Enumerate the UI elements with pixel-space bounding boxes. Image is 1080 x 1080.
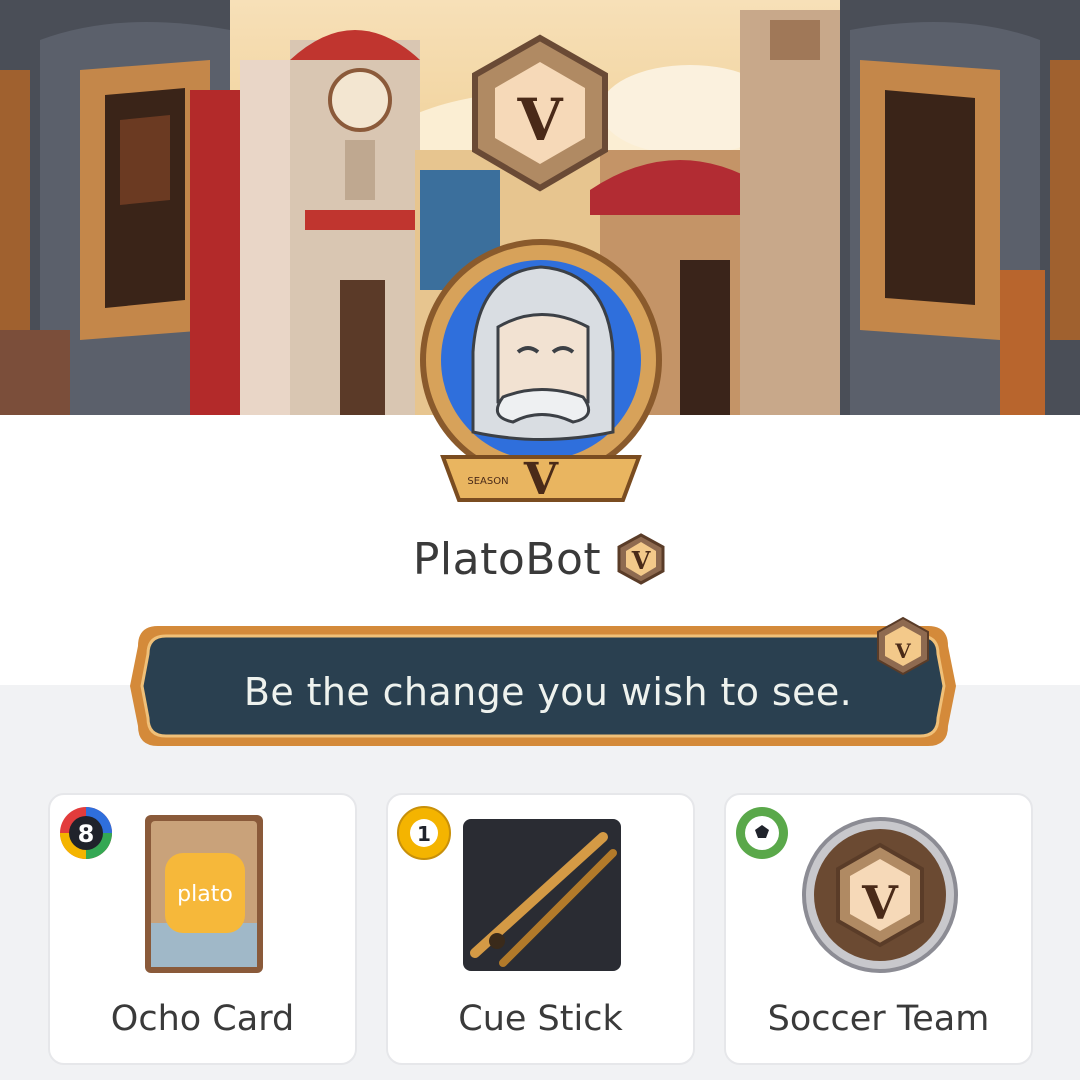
item-card-cue-stick[interactable]: 1 Cue Stick (386, 793, 695, 1065)
username: PlatoBot (412, 533, 602, 585)
item-label: Cue Stick (458, 999, 623, 1039)
svg-text:1: 1 (417, 822, 431, 846)
svg-text:V: V (516, 86, 563, 154)
svg-text:plato: plato (177, 882, 233, 907)
item-label: Soccer Team (767, 999, 990, 1039)
svg-text:V: V (523, 454, 559, 505)
svg-text:V: V (861, 876, 899, 930)
status-quote-text: Be the change you wish to see. (243, 670, 853, 714)
item-label: Ocho Card (110, 999, 295, 1039)
item-card-soccer-team[interactable]: V Soccer Team (724, 793, 1033, 1065)
soccer-ball-icon (736, 807, 788, 859)
svg-text:V: V (631, 546, 651, 575)
ocho-card-art: plato (145, 815, 263, 973)
svg-text:8: 8 (78, 820, 95, 848)
status-quote-bubble[interactable]: V Be the change you wish to see. (128, 608, 958, 763)
cue-stick-art (463, 819, 621, 971)
item-card-ocho-card[interactable]: 8 plato Ocho Card (48, 793, 357, 1065)
ocho-8-badge-icon: 8 (60, 807, 112, 859)
username-row: PlatoBot V (0, 528, 1080, 590)
billiard-1-ball-icon: 1 (397, 806, 451, 860)
season-badge-icon: V (617, 533, 665, 585)
season-label: SEASON (467, 476, 508, 487)
profile-avatar[interactable]: V SEASON (408, 232, 674, 522)
soccer-team-emblem-art: V (802, 817, 958, 973)
